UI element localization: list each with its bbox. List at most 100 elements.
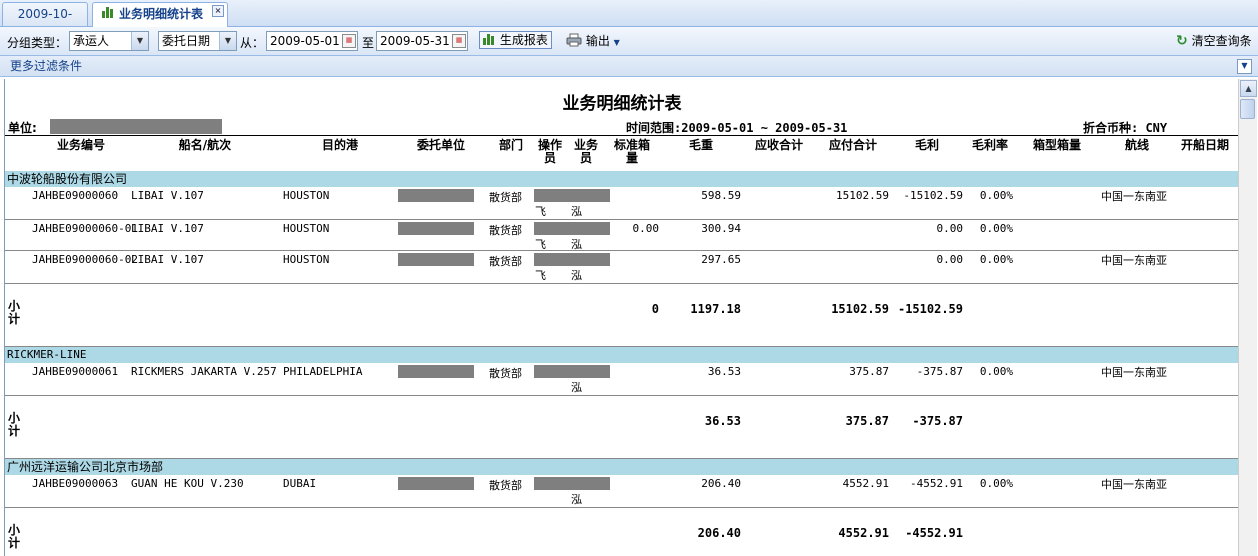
subtotal-payable: 375.87 <box>845 414 889 428</box>
more-filters-bar[interactable]: 更多过滤条件 ▼ <box>0 56 1258 77</box>
redacted-staff <box>534 253 610 266</box>
report-title: 业务明细统计表 <box>562 94 682 114</box>
redacted-client <box>398 189 474 202</box>
from-label: 从： <box>240 36 265 50</box>
cell-destination: DUBAI <box>283 477 317 490</box>
generate-label: 生成报表 <box>499 33 548 47</box>
date-type-select[interactable]: 委托日期 ▼ <box>158 31 237 51</box>
subtotal-row: 小计 36.53 375.87 -375.87 <box>5 396 1239 459</box>
cell-vessel: GUAN HE KOU V.230 <box>131 477 244 490</box>
group-type-select[interactable]: 承运人 ▼ <box>69 31 149 51</box>
cell-weight: 36.53 <box>707 365 741 378</box>
more-filters-label: 更多过滤条件 <box>10 59 83 73</box>
cell-route: 中国一东南亚 <box>1101 190 1167 203</box>
cell-operator: 飞 <box>535 238 546 251</box>
date-to-input[interactable]: 2009-05-31 ▦ <box>376 31 468 51</box>
subtotal-row: 小计 206.40 4552.91 -4552.91 <box>5 508 1239 556</box>
cell-business-no: JAHBE09000060 <box>32 189 119 202</box>
cell-operator: 飞 <box>535 205 546 218</box>
unit-label: 单位: <box>8 121 37 135</box>
col-weight: 毛重 <box>688 138 713 152</box>
table-row[interactable]: JAHBE09000060 LIBAI V.107 HOUSTON 散货部 飞 … <box>5 187 1239 220</box>
cell-weight: 206.40 <box>701 477 741 490</box>
cell-profit-rate: 0.00% <box>979 253 1013 266</box>
subtotal-label: 小计 <box>8 411 21 438</box>
col-sail-date: 开船日期 <box>1180 138 1229 152</box>
date-to-value: 2009-05-31 <box>380 34 450 48</box>
cell-profit-rate: 0.00% <box>979 477 1013 490</box>
output-button[interactable]: 输出 ▼ <box>566 31 620 51</box>
cell-profit: 0.00 <box>936 222 964 235</box>
chevron-down-icon[interactable]: ▼ <box>219 32 236 50</box>
subtotal-label: 小计 <box>8 299 21 326</box>
cell-dept: 散货部 <box>489 255 522 268</box>
cell-sales: 泓 <box>571 493 582 506</box>
printer-icon <box>566 33 582 47</box>
calendar-icon[interactable]: ▦ <box>452 34 466 48</box>
vertical-scrollbar[interactable]: ▲ <box>1238 79 1257 556</box>
cell-dept: 散货部 <box>489 479 522 492</box>
cell-route: 中国一东南亚 <box>1101 478 1167 491</box>
report-area: 业务明细统计表 单位: 时间范围:2009-05-01 ~ 2009-05-31… <box>4 79 1239 556</box>
scroll-thumb[interactable] <box>1240 99 1255 119</box>
cell-sales: 泓 <box>571 269 582 282</box>
close-icon[interactable]: × <box>212 5 224 17</box>
group-header: 广州远洋运输公司北京市场部 <box>5 459 1239 475</box>
cell-business-no: JAHBE09000061 <box>32 365 119 378</box>
group-header: RICKMER-LINE <box>5 347 1239 363</box>
cell-profit: -375.87 <box>916 365 963 378</box>
clear-label: 清空查询条 <box>1191 34 1252 48</box>
col-teu: 标准箱量 <box>613 138 650 165</box>
table-row[interactable]: JAHBE09000060-02 LIBAI V.107 HOUSTON 散货部… <box>5 251 1239 284</box>
col-operator: 操作员 <box>537 138 562 165</box>
col-receivable: 应收合计 <box>754 138 803 152</box>
to-label: 至 <box>362 36 375 50</box>
subtotal-teu: 0 <box>651 302 659 316</box>
group-header: 中波轮船股份有限公司 <box>5 171 1239 187</box>
table-row[interactable]: JAHBE09000060-01 LIBAI V.107 HOUSTON 散货部… <box>5 220 1239 251</box>
clear-query-button[interactable]: ↻ 清空查询条 <box>1176 31 1252 51</box>
subtotal-weight: 1197.18 <box>690 302 741 316</box>
cell-business-no: JAHBE09000060-02 <box>32 253 138 266</box>
subtotal-profit: -15102.59 <box>897 302 963 316</box>
date-from-input[interactable]: 2009-05-01 ▦ <box>266 31 358 51</box>
subtotal-label: 小计 <box>8 523 21 550</box>
cell-vessel: LIBAI V.107 <box>131 189 204 202</box>
calendar-icon[interactable]: ▦ <box>342 34 356 48</box>
tab-2009-10-17[interactable]: 2009-10-17 <box>2 2 88 43</box>
col-client: 委托单位 <box>416 138 465 152</box>
col-vessel: 船名/航次 <box>178 138 232 152</box>
cell-payable: 15102.59 <box>836 189 889 202</box>
subtotal-payable: 4552.91 <box>838 526 889 540</box>
subtotal-payable: 15102.59 <box>831 302 889 316</box>
tab-business-detail-report[interactable]: 业务明细统计表 × <box>92 2 228 27</box>
cell-profit-rate: 0.00% <box>979 365 1013 378</box>
cell-payable: 375.87 <box>849 365 889 378</box>
output-label: 输出 <box>585 34 610 48</box>
table-row[interactable]: JAHBE09000061 RICKMERS JAKARTA V.257 PHI… <box>5 363 1239 396</box>
cell-payable: 4552.91 <box>842 477 889 490</box>
cell-business-no: JAHBE09000063 <box>32 477 119 490</box>
chevron-down-icon[interactable]: ▼ <box>131 32 148 50</box>
scroll-up-icon[interactable]: ▲ <box>1240 80 1257 97</box>
bar-chart-icon <box>101 4 115 26</box>
cell-vessel: LIBAI V.107 <box>131 222 204 235</box>
col-container: 箱型箱量 <box>1032 138 1081 152</box>
subtotal-profit: -375.87 <box>912 414 963 428</box>
currency: 折合币种: CNY <box>1083 121 1168 135</box>
cell-dept: 散货部 <box>489 224 522 237</box>
cell-profit: 0.00 <box>936 253 964 266</box>
cell-business-no: JAHBE09000060-01 <box>32 222 138 235</box>
cell-weight: 598.59 <box>701 189 741 202</box>
cell-sales: 泓 <box>571 205 582 218</box>
generate-report-button[interactable]: 生成报表 <box>479 31 552 49</box>
cell-weight: 297.65 <box>701 253 741 266</box>
expand-icon[interactable]: ▼ <box>1237 59 1252 74</box>
cell-destination: PHILADELPHIA <box>283 365 363 378</box>
col-route: 航线 <box>1124 138 1149 152</box>
cell-operator: 飞 <box>535 269 546 282</box>
table-row[interactable]: JAHBE09000063 GUAN HE KOU V.230 DUBAI 散货… <box>5 475 1239 508</box>
cell-vessel: RICKMERS JAKARTA V.257 <box>131 365 277 378</box>
cell-profit: -4552.91 <box>910 477 963 490</box>
cell-destination: HOUSTON <box>283 253 330 266</box>
